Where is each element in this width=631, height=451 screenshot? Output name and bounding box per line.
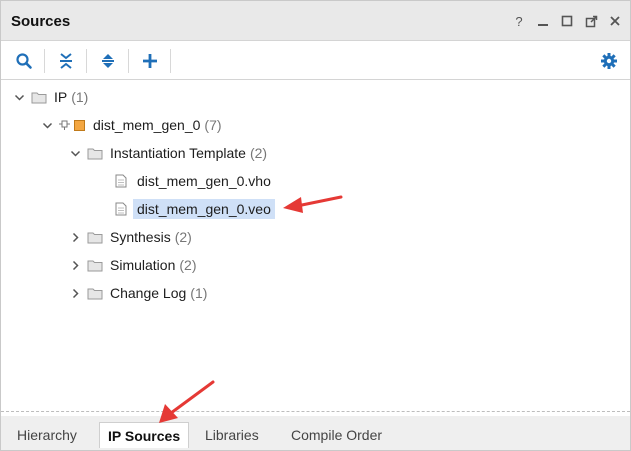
toolbar-separator — [86, 49, 87, 73]
tab-bar: Hierarchy IP Sources Libraries Compile O… — [1, 416, 630, 450]
chevron-right-icon[interactable] — [69, 259, 81, 271]
gear-icon[interactable] — [596, 48, 622, 74]
tree-node-label: Change Log — [110, 285, 187, 301]
toolbar-separator — [44, 49, 45, 73]
toolbar-separator — [170, 49, 171, 73]
search-icon[interactable] — [11, 48, 37, 74]
add-icon[interactable] — [137, 48, 163, 74]
file-icon — [115, 174, 129, 188]
source-tree: IP (1) dist_mem_gen_0 (7) Instantiation — [1, 81, 630, 411]
help-icon[interactable]: ? — [512, 14, 526, 29]
tree-node-synthesis[interactable]: Synthesis (2) — [69, 226, 192, 248]
tree-node-label: dist_mem_gen_0.vho — [137, 173, 271, 189]
tree-node-simulation[interactable]: Simulation (2) — [69, 254, 197, 276]
tree-node-dist-mem-gen[interactable]: dist_mem_gen_0 (7) — [41, 114, 222, 136]
float-icon[interactable] — [584, 14, 598, 28]
minimize-icon[interactable] — [536, 14, 550, 28]
close-icon[interactable] — [608, 14, 622, 28]
tree-node-label-selected: dist_mem_gen_0.veo — [133, 199, 275, 219]
tree-node-file-vho[interactable]: dist_mem_gen_0.vho — [115, 170, 271, 192]
tree-node-count: (7) — [204, 117, 222, 133]
tab-libraries[interactable]: Libraries — [197, 422, 267, 448]
tab-hierarchy[interactable]: Hierarchy — [9, 422, 85, 448]
chevron-right-icon[interactable] — [69, 287, 81, 299]
tab-compile-order[interactable]: Compile Order — [283, 422, 390, 448]
tree-node-label: Simulation — [110, 257, 176, 273]
toolbar — [1, 42, 630, 80]
tab-divider — [1, 411, 630, 412]
file-icon — [115, 202, 129, 216]
tree-node-label: IP — [54, 89, 68, 105]
tree-node-count: (1) — [190, 285, 208, 301]
tree-node-file-veo[interactable]: dist_mem_gen_0.veo — [115, 198, 275, 220]
expand-all-icon[interactable] — [95, 48, 121, 74]
collapse-all-icon[interactable] — [53, 48, 79, 74]
panel-title: Sources — [11, 13, 71, 30]
tree-node-count: (1) — [71, 89, 89, 105]
tree-node-label: Instantiation Template — [110, 145, 246, 161]
folder-icon — [87, 146, 103, 160]
folder-icon — [31, 90, 47, 104]
chevron-down-icon[interactable] — [13, 91, 25, 103]
tree-node-ip[interactable]: IP (1) — [13, 86, 88, 108]
folder-icon — [87, 230, 103, 244]
tree-node-label: Synthesis — [110, 229, 171, 245]
restore-icon[interactable] — [560, 14, 574, 28]
chevron-down-icon[interactable] — [69, 147, 81, 159]
tab-ip-sources[interactable]: IP Sources — [99, 422, 190, 448]
folder-icon — [87, 258, 103, 272]
tree-node-change-log[interactable]: Change Log (1) — [69, 282, 207, 304]
tree-node-instantiation-template[interactable]: Instantiation Template (2) — [69, 142, 267, 164]
tree-node-count: (2) — [179, 257, 197, 273]
ip-pin-icon — [59, 118, 71, 132]
tree-node-count: (2) — [249, 145, 268, 161]
tree-node-count: (2) — [174, 229, 192, 245]
ip-core-icon — [74, 118, 86, 132]
title-bar: Sources ? — [1, 1, 630, 41]
tree-node-label: dist_mem_gen_0 — [93, 117, 201, 133]
sources-panel: Sources ? IP (1) dist_mem_gen_0 (7) Inst… — [0, 0, 631, 451]
chevron-right-icon[interactable] — [69, 231, 81, 243]
chevron-down-icon[interactable] — [41, 119, 53, 131]
window-controls: ? — [512, 14, 622, 29]
toolbar-separator — [128, 49, 129, 73]
folder-icon — [87, 286, 103, 300]
